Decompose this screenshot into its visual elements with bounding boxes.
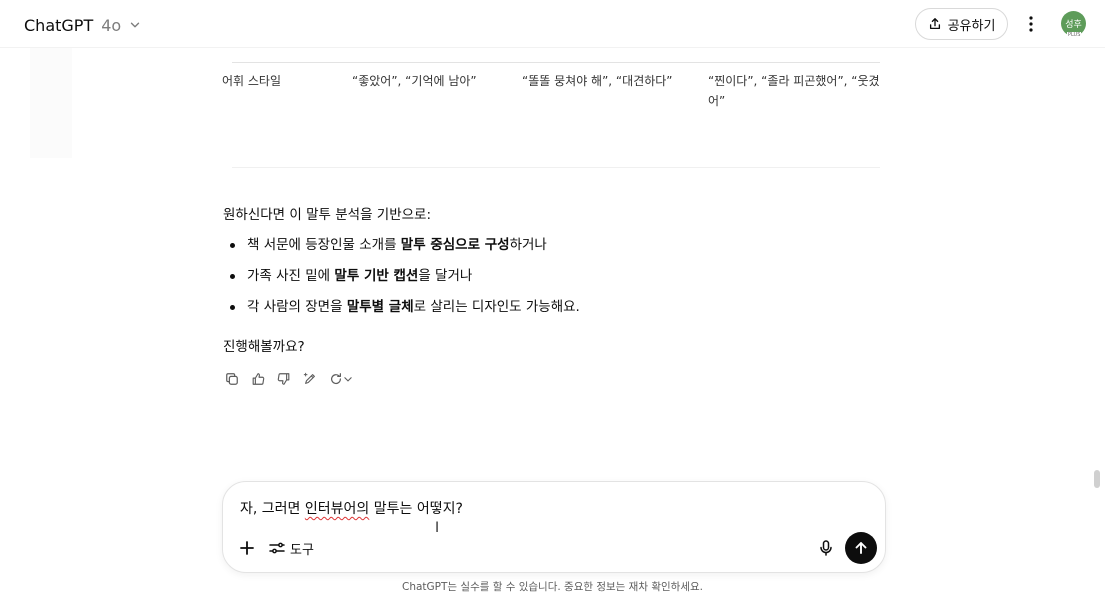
- spellcheck-error: 인터뷰어의: [304, 501, 370, 517]
- sliders-icon: [269, 542, 285, 554]
- add-attachment-button[interactable]: [237, 538, 257, 558]
- message-question: 진행해볼까요?: [223, 339, 305, 355]
- scrollbar-thumb[interactable]: [1094, 470, 1100, 488]
- copy-button[interactable]: [222, 369, 242, 389]
- message-actions: [222, 369, 356, 389]
- tools-button[interactable]: 도구: [269, 537, 314, 559]
- plus-icon: [240, 541, 254, 555]
- avatar-initials: 성후: [1065, 20, 1082, 30]
- vertical-dots-icon: [1029, 16, 1033, 32]
- plan-badge: PLUS: [1067, 32, 1082, 38]
- thumbs-up-button[interactable]: [248, 369, 268, 389]
- send-button[interactable]: [845, 532, 877, 564]
- disclaimer-text: ChatGPT는 실수를 할 수 있습니다. 중요한 정보는 재차 확인하세요.: [402, 581, 703, 593]
- edit-in-canvas-button[interactable]: [300, 369, 320, 389]
- arrow-up-icon: [855, 542, 867, 554]
- table-row-divider: [232, 62, 880, 63]
- list-item: 가족 사진 밑에 말투 기반 캡션을 달거나: [223, 265, 580, 296]
- refresh-icon: [331, 373, 341, 385]
- model-name: ChatGPT: [24, 15, 94, 35]
- dictate-button[interactable]: [816, 538, 836, 558]
- thumbs-down-button[interactable]: [274, 369, 294, 389]
- regenerate-button[interactable]: [326, 369, 356, 389]
- prompt-input[interactable]: 자, 그러면 인터뷰어의 말투는 어떻지?: [240, 498, 463, 520]
- suggestion-list: 책 서문에 등장인물 소개를 말투 중심으로 구성하거나 가족 사진 밑에 말투…: [223, 234, 580, 327]
- more-options-button[interactable]: [1019, 12, 1043, 36]
- thumbs-down-icon: [277, 373, 290, 385]
- chevron-down-icon: [344, 377, 352, 382]
- list-item: 각 사람의 장면을 말투별 글체로 살리는 디자인도 가능해요.: [223, 296, 580, 327]
- share-button[interactable]: 공유하기: [915, 8, 1008, 40]
- top-bar: ChatGPT 4o 공유하기 성후 PLUS: [0, 0, 1105, 48]
- section-divider: [232, 167, 880, 168]
- thumbs-up-icon: [252, 373, 265, 385]
- share-icon: [929, 18, 940, 30]
- left-panel-shadow: [30, 48, 72, 158]
- table-cell: “찐이다”, “졸라 피곤했어”, “웃겼어”: [708, 74, 880, 108]
- table-cell: “좋았어”, “기억에 남아”: [352, 74, 477, 88]
- message-intro: 원하신다면 이 말투 분석을 기반으로:: [223, 207, 432, 223]
- table-cell: “똘똘 뭉쳐야 해”, “대견하다”: [522, 74, 673, 88]
- message-composer[interactable]: 자, 그러면 인터뷰어의 말투는 어떻지? I 도구: [222, 481, 886, 573]
- text-cursor-icon: I: [435, 520, 440, 536]
- model-version: 4o: [101, 15, 122, 35]
- share-label: 공유하기: [947, 18, 996, 34]
- copy-icon: [226, 373, 238, 385]
- pencil-icon: [303, 372, 315, 384]
- table-row-header: 어휘 스타일: [222, 74, 282, 88]
- microphone-icon: [820, 540, 832, 556]
- chevron-down-icon: [130, 22, 140, 28]
- tools-label: 도구: [290, 542, 314, 558]
- list-item: 책 서문에 등장인물 소개를 말투 중심으로 구성하거나: [223, 234, 580, 265]
- model-selector[interactable]: ChatGPT 4o: [18, 10, 148, 40]
